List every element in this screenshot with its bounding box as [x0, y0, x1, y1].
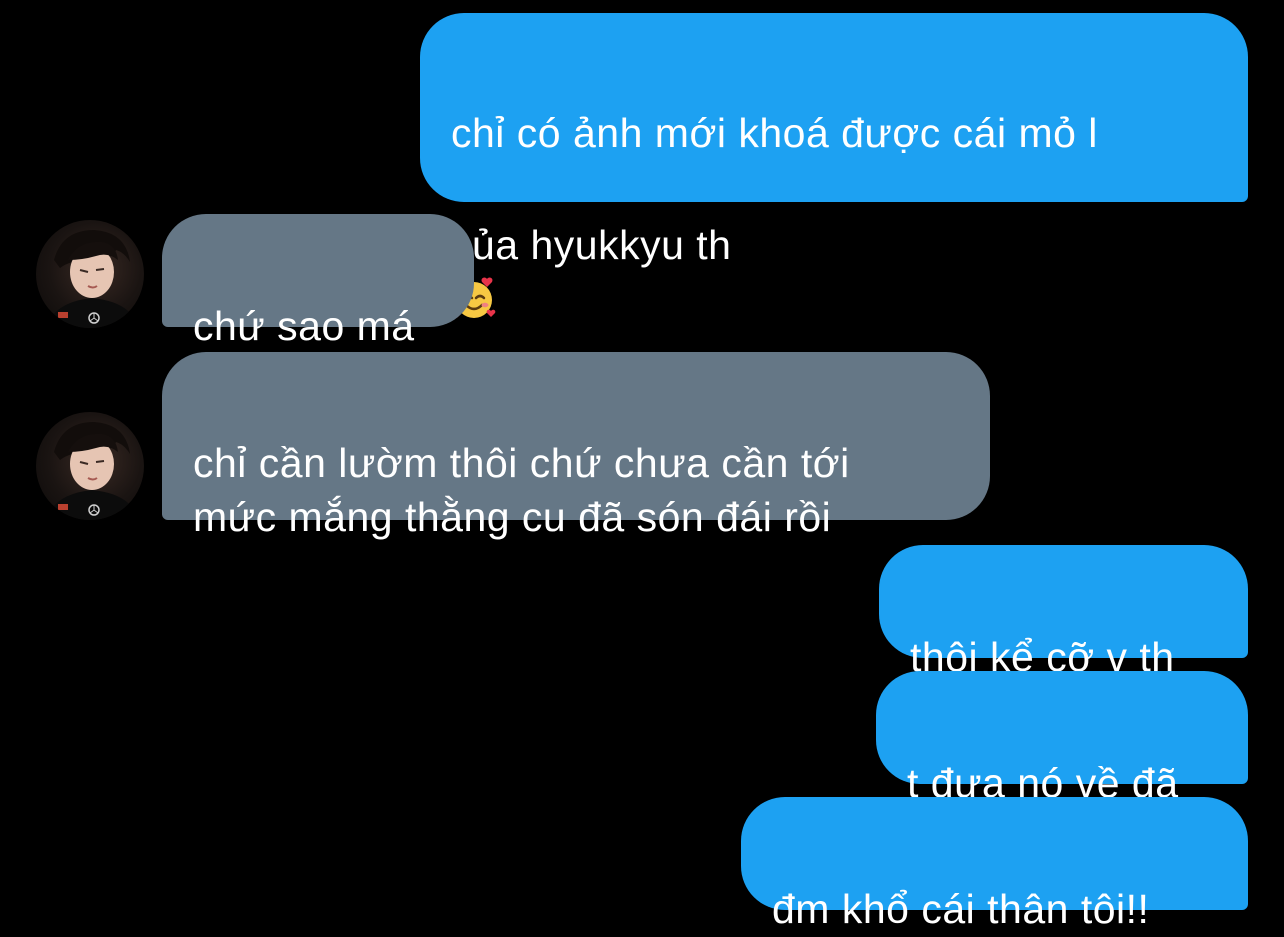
message-bubble-sent[interactable]: thôi kể cỡ v th [879, 545, 1248, 680]
message-bubble-received[interactable]: chỉ cần lườm thôi chứ chưa cần tới mức m… [162, 352, 990, 540]
message-text: của hyukkyu th [451, 222, 732, 268]
message-text: chứ sao má [193, 303, 415, 349]
avatar[interactable] [36, 412, 144, 520]
message-bubble-sent[interactable]: đm khổ cái thân tôi!! [741, 797, 1248, 932]
message-text: đm khổ cái thân tôi!! [772, 886, 1150, 932]
avatar[interactable] [36, 220, 144, 328]
message-bubble-sent[interactable]: chỉ có ảnh mới khoá được cái mỏ l của hy… [420, 13, 1248, 318]
message-text: chỉ có ảnh mới khoá được cái mỏ l [451, 110, 1098, 156]
profile-photo-icon [46, 230, 138, 328]
message-bubble-sent[interactable]: t đưa nó về đã [876, 671, 1248, 806]
profile-photo-icon [46, 422, 138, 520]
message-text: chỉ cần lườm thôi chứ chưa cần tới mức m… [193, 440, 850, 540]
message-bubble-received[interactable]: chứ sao má [162, 214, 474, 349]
